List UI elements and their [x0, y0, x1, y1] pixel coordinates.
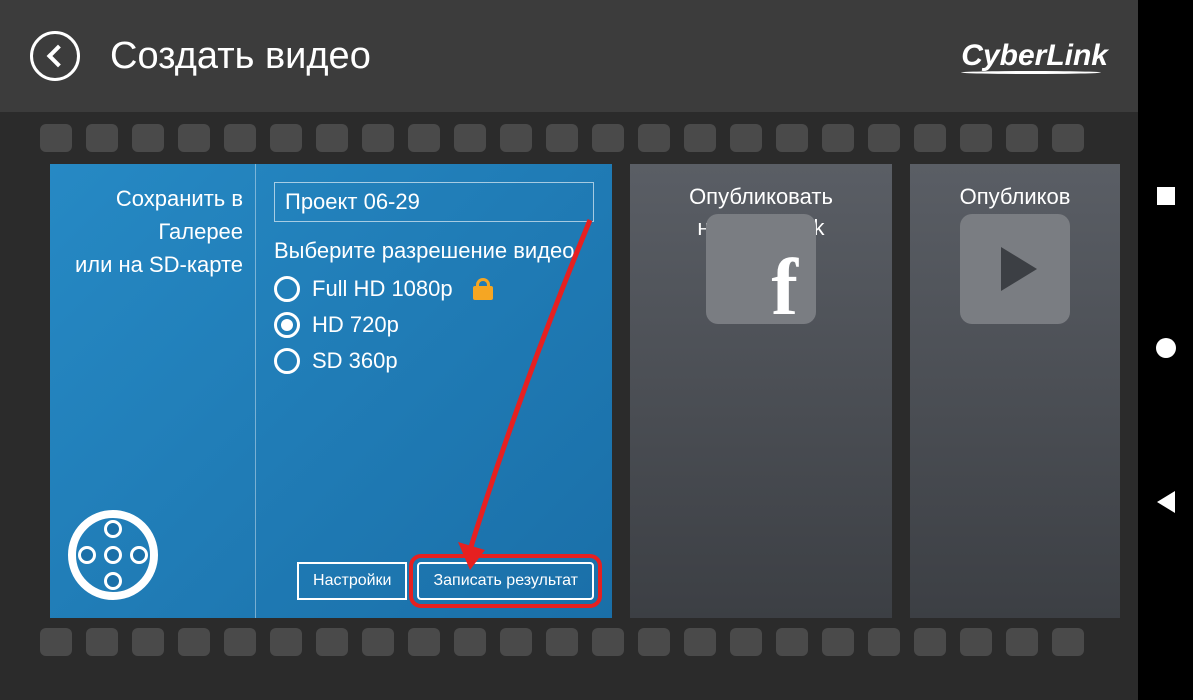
save-label-line1: Сохранить в [62, 182, 243, 215]
publish-facebook-panel[interactable]: Опубликовать на Facebook f [630, 164, 892, 618]
resolution-option-hd[interactable]: HD 720p [274, 312, 594, 338]
radio-icon [274, 348, 300, 374]
radio-label: HD 720p [312, 312, 399, 338]
radio-icon [274, 276, 300, 302]
film-reel-icon [68, 510, 158, 600]
publish-title-line1: Опубликов [960, 182, 1071, 213]
radio-label: SD 360p [312, 348, 398, 374]
facebook-icon: f [706, 214, 816, 324]
settings-button[interactable]: Настройки [297, 562, 407, 600]
film-strip-decoration [40, 124, 1100, 152]
brand-logo: CyberLink [961, 39, 1108, 74]
android-nav-bar [1138, 0, 1193, 700]
back-button[interactable] [30, 31, 80, 81]
chevron-left-icon [47, 45, 70, 68]
lock-icon [473, 278, 493, 300]
radio-icon-selected [274, 312, 300, 338]
resolution-option-sd[interactable]: SD 360p [274, 348, 594, 374]
youtube-icon [960, 214, 1070, 324]
resolution-label: Выберите разрешение видео [274, 238, 594, 264]
film-strip-decoration [40, 628, 1100, 656]
back-nav-button[interactable] [1157, 491, 1175, 513]
save-label-line2: Галерее [62, 215, 243, 248]
radio-label: Full HD 1080p [312, 276, 453, 302]
page-title: Создать видео [110, 35, 371, 78]
publish-title-line1: Опубликовать [689, 182, 833, 213]
save-label-line3: или на SD-карте [62, 248, 243, 281]
save-panel: Сохранить в Галерее или на SD-карте Выбе… [50, 164, 612, 618]
recent-apps-button[interactable] [1157, 187, 1175, 205]
app-header: Создать видео CyberLink [0, 0, 1138, 112]
resolution-option-fullhd[interactable]: Full HD 1080p [274, 276, 594, 302]
record-result-button[interactable]: Записать результат [417, 562, 594, 600]
publish-youtube-panel[interactable]: Опубликов на YouT [910, 164, 1120, 618]
project-name-input[interactable] [274, 182, 594, 222]
home-button[interactable] [1156, 338, 1176, 358]
